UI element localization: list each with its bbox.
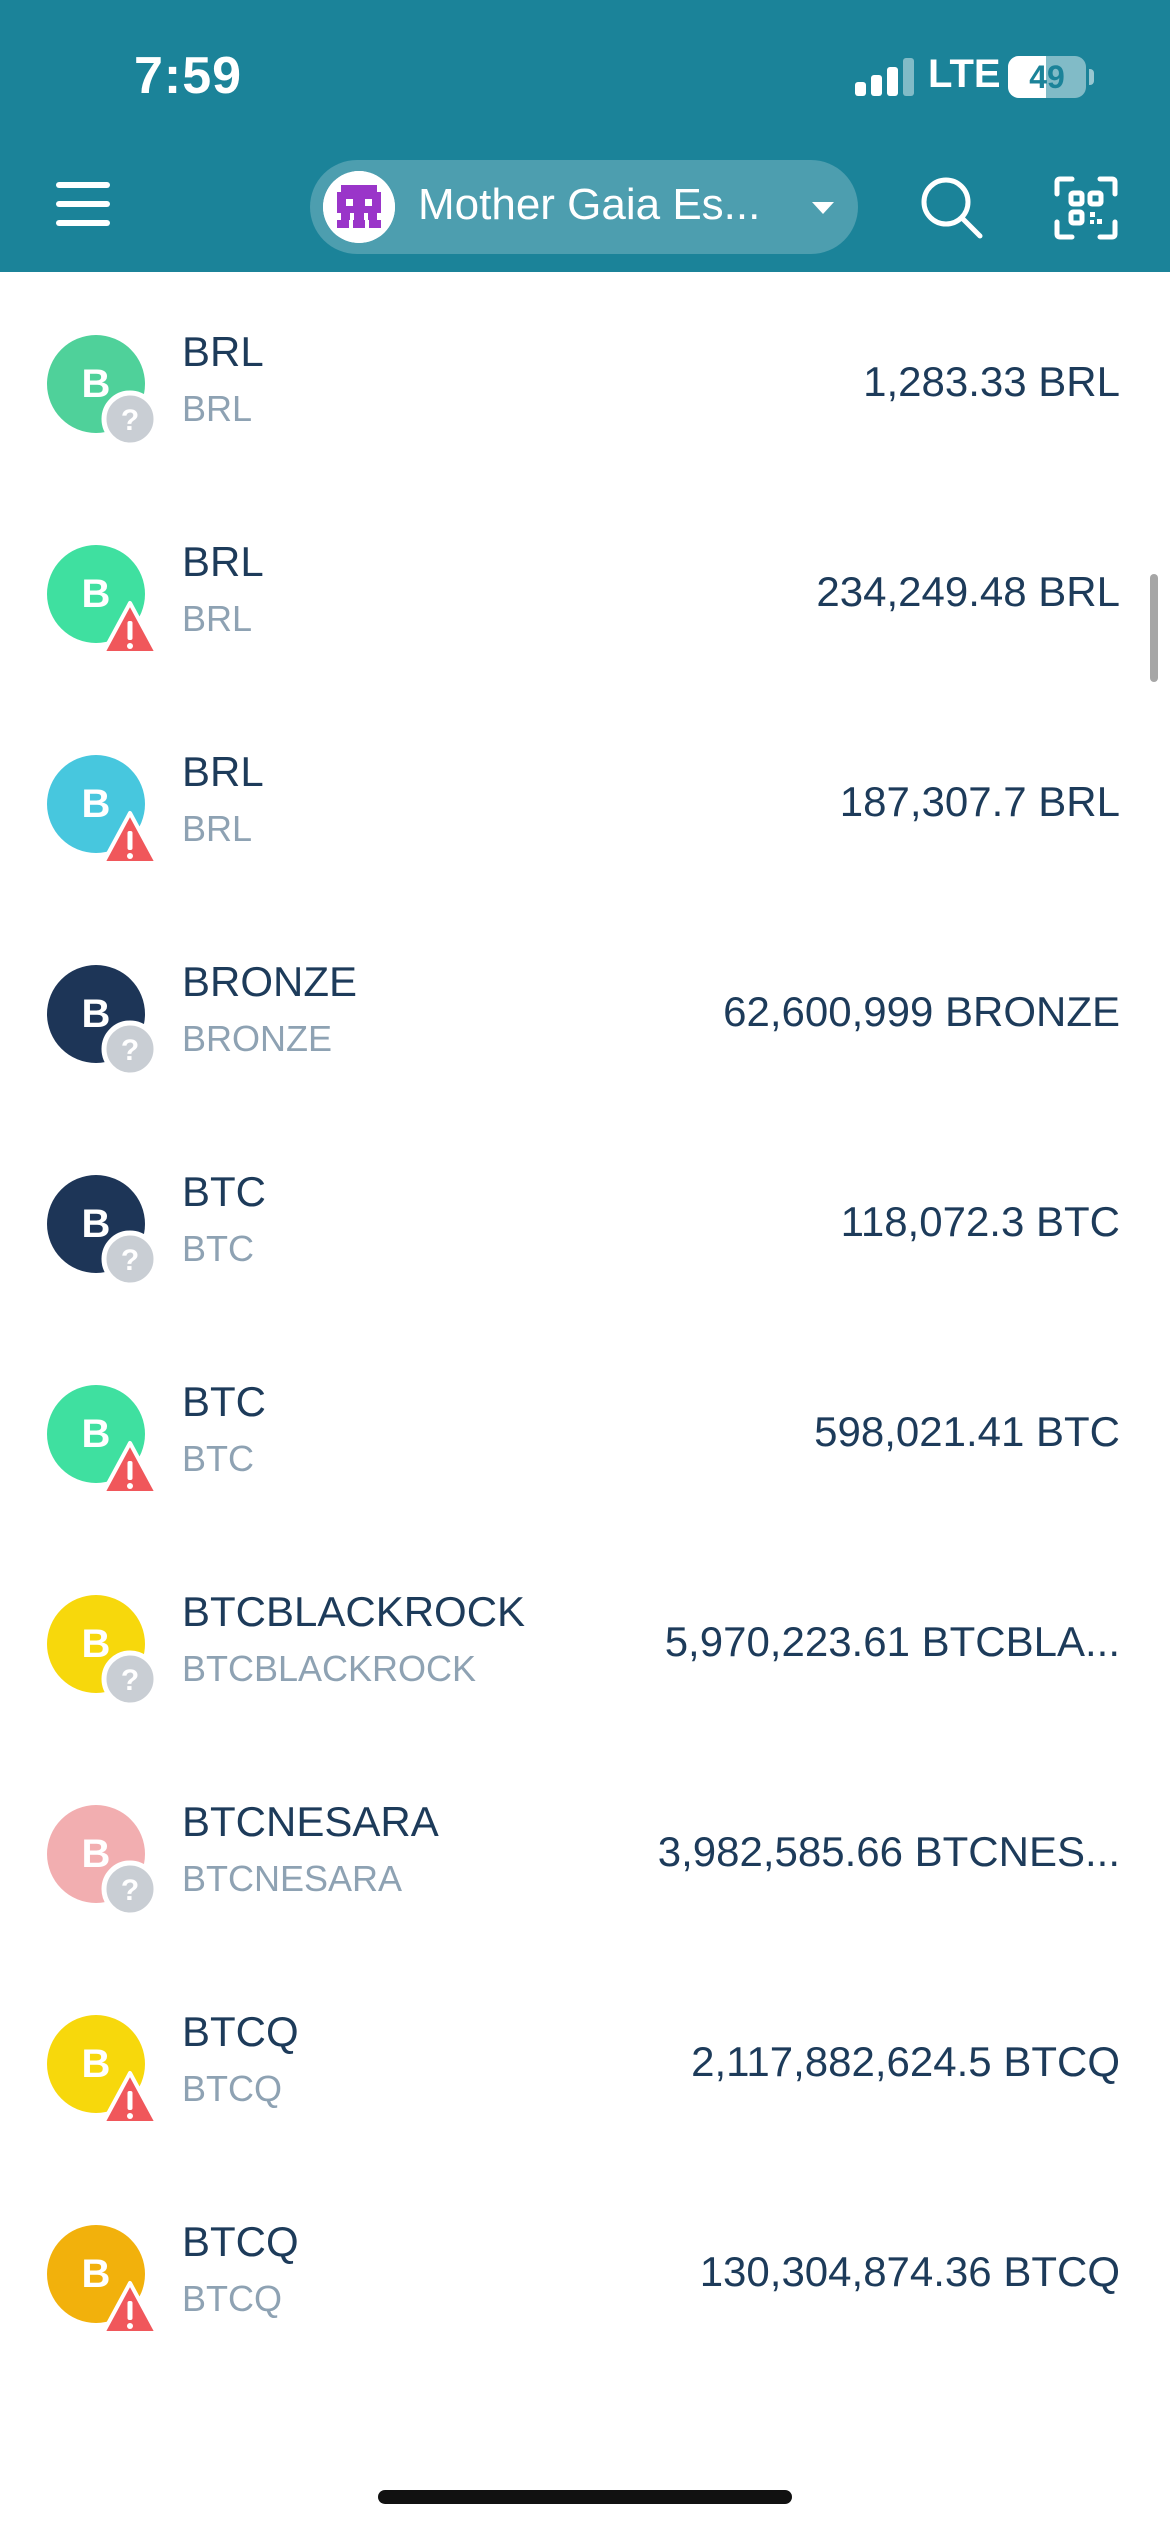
warning-icon	[101, 1441, 159, 1495]
asset-name: BTCNESARA	[182, 1798, 439, 1845]
hamburger-menu-icon[interactable]	[52, 176, 114, 232]
asset-balance: 5,970,223.61 BTCBLA...	[664, 1618, 1120, 1665]
status-time: 7:59	[134, 47, 243, 105]
asset-balance: 2,117,882,624.5 BTCQ	[691, 2038, 1120, 2085]
warning-icon	[101, 811, 159, 865]
asset-row[interactable]: B? BRONZE BRONZE 62,600,999 BRONZE	[0, 902, 1170, 1112]
asset-balance: 187,307.7 BRL	[839, 778, 1120, 825]
unknown-token-icon: ?	[101, 1650, 159, 1708]
unknown-token-icon: ?	[101, 390, 159, 448]
asset-name: BRL	[182, 328, 264, 375]
unknown-token-icon: ?	[101, 1860, 159, 1918]
asset-name: BTCQ	[182, 2008, 299, 2055]
asset-symbol: BTCQ	[182, 2278, 283, 2319]
asset-symbol: BTCBLACKROCK	[182, 1648, 477, 1689]
asset-name: BRL	[182, 538, 264, 585]
warning-icon	[101, 2071, 159, 2125]
asset-row[interactable]: B? BTCBLACKROCK BTCBLACKROCK 5,970,223.61 B…	[0, 1532, 1170, 1742]
app-header: 7:59 LTE 49 Mother Gaia Es...	[0, 0, 1170, 272]
asset-row[interactable]: B BRL BRL 187,307.7 BRL	[0, 692, 1170, 902]
asset-row[interactable]: B? BRL BRL 1,283.33 BRL	[0, 272, 1170, 482]
asset-name: BRL	[182, 748, 264, 795]
asset-symbol: BTC	[182, 1228, 254, 1269]
asset-balance: 598,021.41 BTC	[814, 1408, 1120, 1455]
network-type: LTE	[928, 52, 1001, 96]
scrollbar[interactable]	[1150, 574, 1158, 682]
asset-balance: 3,982,585.66 BTCNES...	[657, 1828, 1120, 1875]
wallet-name: Mother Gaia Es...	[418, 180, 761, 229]
asset-symbol: BRL	[182, 808, 253, 849]
asset-list[interactable]: B? BRL BRL 1,283.33 BRL B BRL BRL 234,249.48 BR…	[0, 272, 1170, 2472]
svg-text:?: ?	[121, 404, 139, 437]
wallet-asset-list-screen: 7:59 LTE 49 Mother Gaia Es... B ? BRL BR…	[0, 0, 1170, 2532]
chevron-down-icon	[812, 202, 834, 214]
asset-balance: 62,600,999 BRONZE	[723, 988, 1120, 1035]
asset-balance: 130,304,874.36 BTCQ	[699, 2248, 1120, 2295]
battery-tip	[1089, 69, 1094, 85]
asset-name: BTCQ	[182, 2218, 299, 2265]
asset-row[interactable]: B BTC BTC 598,021.41 BTC	[0, 1322, 1170, 1532]
asset-symbol: BTCNESARA	[182, 1858, 403, 1899]
asset-symbol: BTCQ	[182, 2068, 283, 2109]
asset-row[interactable]: B? BTC BTC 118,072.3 BTC	[0, 1112, 1170, 1322]
svg-text:?: ?	[121, 1664, 139, 1697]
qr-scan-icon[interactable]	[1054, 176, 1118, 240]
asset-balance: 234,249.48 BRL	[816, 568, 1120, 615]
svg-text:?: ?	[121, 1874, 139, 1907]
asset-symbol: BRL	[182, 598, 253, 639]
asset-balance: 1,283.33 BRL	[863, 358, 1120, 405]
asset-name: BTC	[182, 1168, 266, 1215]
svg-text:?: ?	[121, 1244, 139, 1277]
search-icon[interactable]	[918, 174, 984, 240]
asset-row[interactable]: B BRL BRL 234,249.48 BRL	[0, 482, 1170, 692]
asset-name: BTC	[182, 1378, 266, 1425]
unknown-token-icon: ?	[101, 1020, 159, 1078]
asset-name: BRONZE	[182, 958, 358, 1005]
svg-text:?: ?	[121, 1034, 139, 1067]
asset-row[interactable]: B BTCQ BTCQ 130,304,874.36 BTCQ	[0, 2162, 1170, 2372]
pixel-avatar-icon	[323, 171, 395, 243]
unknown-token-icon: ?	[101, 1230, 159, 1288]
battery-icon: 49	[1008, 56, 1086, 98]
asset-balance: 118,072.3 BTC	[840, 1198, 1120, 1245]
asset-symbol: BRONZE	[182, 1018, 333, 1059]
asset-symbol: BTC	[182, 1438, 254, 1479]
warning-icon	[101, 2281, 159, 2335]
asset-symbol: BRL	[182, 388, 253, 429]
warning-icon	[101, 601, 159, 655]
asset-row[interactable]: B BTCQ BTCQ 2,117,882,624.5 BTCQ	[0, 1952, 1170, 2162]
wallet-selector[interactable]: Mother Gaia Es...	[310, 160, 858, 254]
asset-name: BTCBLACKROCK	[182, 1588, 526, 1635]
battery-level: 49	[1029, 59, 1065, 95]
cellular-signal-icon	[855, 58, 915, 96]
wallet-avatar	[323, 171, 395, 243]
home-indicator	[378, 2490, 792, 2504]
asset-row[interactable]: B? BTCNESARA BTCNESARA 3,982,585.66 BTCNES.…	[0, 1742, 1170, 1952]
